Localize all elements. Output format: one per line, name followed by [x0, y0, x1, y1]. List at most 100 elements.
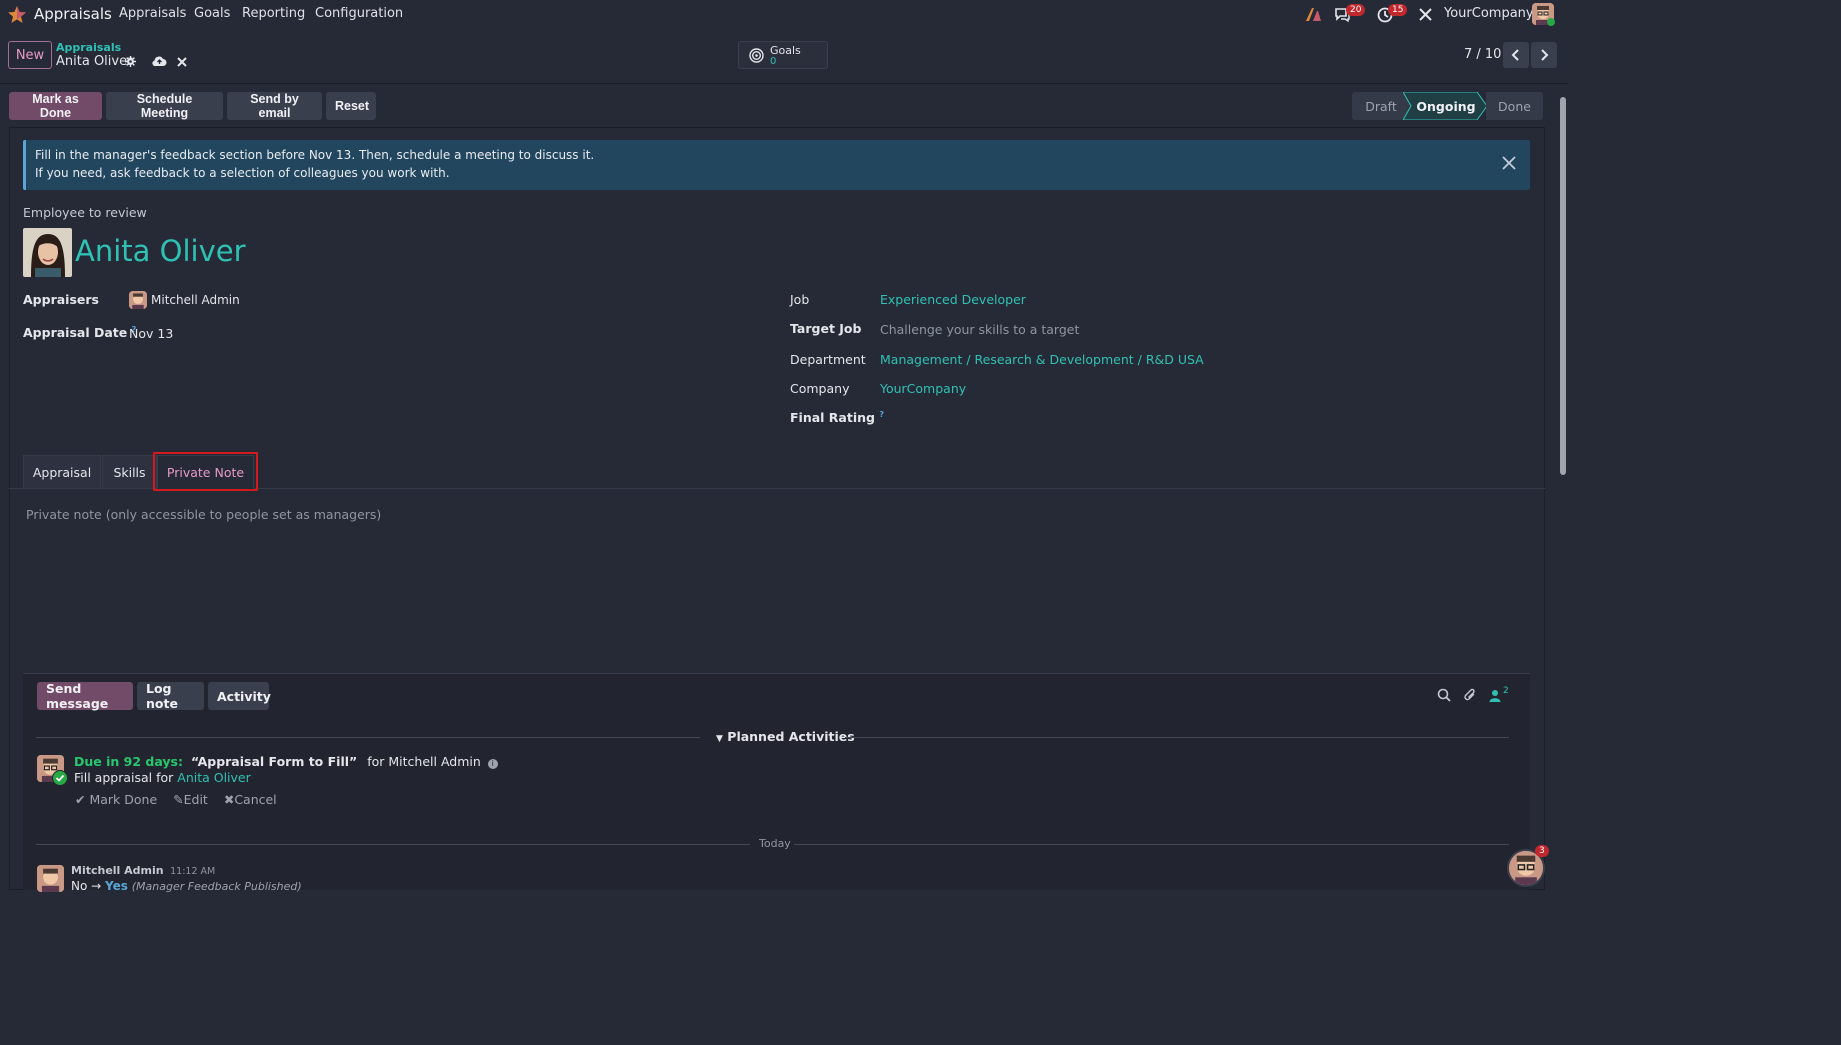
appraisal-date-value[interactable]: Nov 13	[129, 326, 173, 341]
message-tracking: No → Yes (Manager Feedback Published)	[71, 879, 302, 893]
chatter: Send message Log note Activity 2 ▼ Plann…	[23, 673, 1530, 893]
private-note-editor[interactable]: Private note (only accessible to people …	[26, 507, 381, 522]
pager-next-button[interactable]	[1531, 42, 1557, 68]
company-label: Company	[790, 381, 850, 396]
target-icon	[749, 48, 764, 63]
alert-line-2: If you need, ask feedback to a selection…	[35, 166, 450, 180]
ai-icon[interactable]	[1305, 7, 1322, 22]
message-header: Mitchell Admin 11:12 AM	[71, 864, 215, 877]
company-value[interactable]: YourCompany	[880, 381, 966, 396]
breadcrumb-current: Anita Oliver	[56, 54, 133, 69]
schedule-meeting-button[interactable]: Schedule Meeting	[106, 92, 223, 120]
check-icon: ✔	[75, 792, 86, 807]
breadcrumb-parent[interactable]: Appraisals	[56, 41, 121, 54]
target-job-label: Target Job	[790, 321, 862, 336]
activity-description: Fill appraisal for Anita Oliver	[74, 770, 251, 785]
menu-goals[interactable]: Goals	[194, 6, 230, 21]
alert-line-1: Fill in the manager's feedback section b…	[35, 148, 595, 162]
mark-done-link[interactable]: ✔ Mark Done	[75, 792, 157, 807]
activity-title: “Appraisal Form to Fill”	[190, 754, 358, 769]
gear-icon[interactable]	[125, 56, 136, 67]
company-switcher[interactable]: YourCompany	[1444, 6, 1534, 21]
appraisers-label: Appraisers	[23, 292, 99, 307]
followers-count: 2	[1503, 686, 1509, 696]
help-tooltip-icon[interactable]: ?	[879, 410, 884, 419]
status-bar: Mark as Done Schedule Meeting Send by em…	[0, 85, 1568, 125]
divider	[36, 844, 750, 845]
final-rating-label: Final Rating ?	[790, 410, 884, 426]
send-message-button[interactable]: Send message	[37, 681, 133, 711]
planned-activities-toggle[interactable]: ▼ Planned Activities	[716, 729, 855, 744]
message-author-avatar[interactable]	[37, 865, 64, 892]
debug-tools-icon[interactable]	[1418, 7, 1433, 22]
goals-count: 0	[770, 56, 777, 67]
tab-skills[interactable]: Skills	[102, 455, 157, 489]
top-navbar: Appraisals Appraisals Goals Reporting Co…	[0, 0, 1568, 29]
pager-previous-button[interactable]	[1503, 42, 1529, 68]
control-panel: New Appraisals Anita Oliver Goals 0 7 / …	[0, 29, 1568, 84]
activity-assignee: for Mitchell Admin	[367, 754, 481, 769]
reset-button[interactable]: Reset	[326, 92, 376, 120]
activity-actions: ✔ Mark Done ✎Edit ✖Cancel	[75, 792, 277, 807]
appraiser-avatar	[129, 291, 147, 309]
mark-as-done-button[interactable]: Mark as Done	[9, 92, 102, 120]
new-button[interactable]: New	[8, 41, 52, 69]
caret-down-icon: ▼	[716, 734, 723, 744]
target-job-input[interactable]: Challenge your skills to a target	[880, 322, 1079, 337]
activity-header: Due in 92 days: “Appraisal Form to Fill”…	[74, 754, 498, 769]
menu-appraisals[interactable]: Appraisals	[119, 6, 186, 21]
employee-name[interactable]: Anita Oliver	[75, 234, 246, 268]
job-value[interactable]: Experienced Developer	[880, 292, 1026, 307]
employee-to-review-label: Employee to review	[23, 205, 147, 220]
activity-due: Due in 92 days:	[74, 754, 183, 769]
divider	[794, 844, 1509, 845]
arrow-right-icon: →	[91, 879, 102, 893]
activity-button[interactable]: Activity	[208, 682, 271, 710]
times-icon: ✖	[223, 792, 235, 807]
scrollbar-thumb[interactable]	[1560, 97, 1566, 475]
appraisal-date-label: Appraisal Date ?	[23, 325, 137, 341]
log-note-button[interactable]: Log note	[137, 681, 204, 711]
message-author[interactable]: Mitchell Admin	[71, 864, 164, 877]
tab-appraisal[interactable]: Appraisal	[23, 455, 101, 489]
edit-link[interactable]: ✎Edit	[173, 792, 208, 807]
department-label: Department	[790, 352, 866, 367]
cancel-link[interactable]: ✖Cancel	[224, 792, 277, 807]
message-time: 11:12 AM	[170, 866, 216, 877]
activities-badge: 15	[1388, 4, 1408, 16]
save-cloud-icon[interactable]	[152, 55, 167, 67]
appraiser-tag[interactable]: Mitchell Admin	[151, 293, 240, 307]
messages-badge: 20	[1346, 4, 1366, 16]
appraisals-app-icon[interactable]	[7, 5, 27, 25]
check-circle-icon	[52, 770, 68, 786]
info-icon[interactable]: i	[487, 759, 498, 769]
pager-value[interactable]: 7 / 10	[1464, 47, 1501, 62]
followers-icon[interactable]	[1489, 689, 1501, 702]
stage-draft[interactable]: Draft	[1352, 92, 1410, 120]
stage-done[interactable]: Done	[1486, 92, 1543, 120]
divider	[845, 737, 1509, 738]
menu-reporting[interactable]: Reporting	[242, 6, 305, 21]
chat-badge: 3	[1535, 845, 1549, 857]
discard-icon[interactable]	[177, 57, 187, 67]
chevron-right-icon	[1541, 49, 1549, 61]
page-scrollbar[interactable]	[1558, 85, 1568, 890]
pencil-icon: ✎	[173, 792, 184, 807]
job-label: Job	[790, 292, 810, 307]
app-name[interactable]: Appraisals	[34, 5, 112, 23]
menu-configuration[interactable]: Configuration	[315, 6, 403, 21]
chevron-left-icon	[1511, 49, 1519, 61]
send-by-email-button[interactable]: Send by email	[227, 92, 322, 120]
online-status-dot	[1547, 18, 1555, 26]
department-value[interactable]: Management / Research & Development / R&…	[880, 352, 1204, 367]
goals-smart-button[interactable]: Goals 0	[738, 41, 828, 69]
divider	[36, 737, 700, 738]
search-icon[interactable]	[1437, 688, 1451, 702]
paperclip-icon[interactable]	[1463, 688, 1477, 703]
info-alert: Fill in the manager's feedback section b…	[23, 140, 1530, 190]
close-icon[interactable]	[1500, 154, 1518, 172]
activity-record-link[interactable]: Anita Oliver	[177, 770, 251, 785]
highlight-box	[153, 452, 258, 491]
employee-photo[interactable]	[23, 228, 72, 277]
stage-ongoing[interactable]: Ongoing	[1411, 92, 1481, 120]
